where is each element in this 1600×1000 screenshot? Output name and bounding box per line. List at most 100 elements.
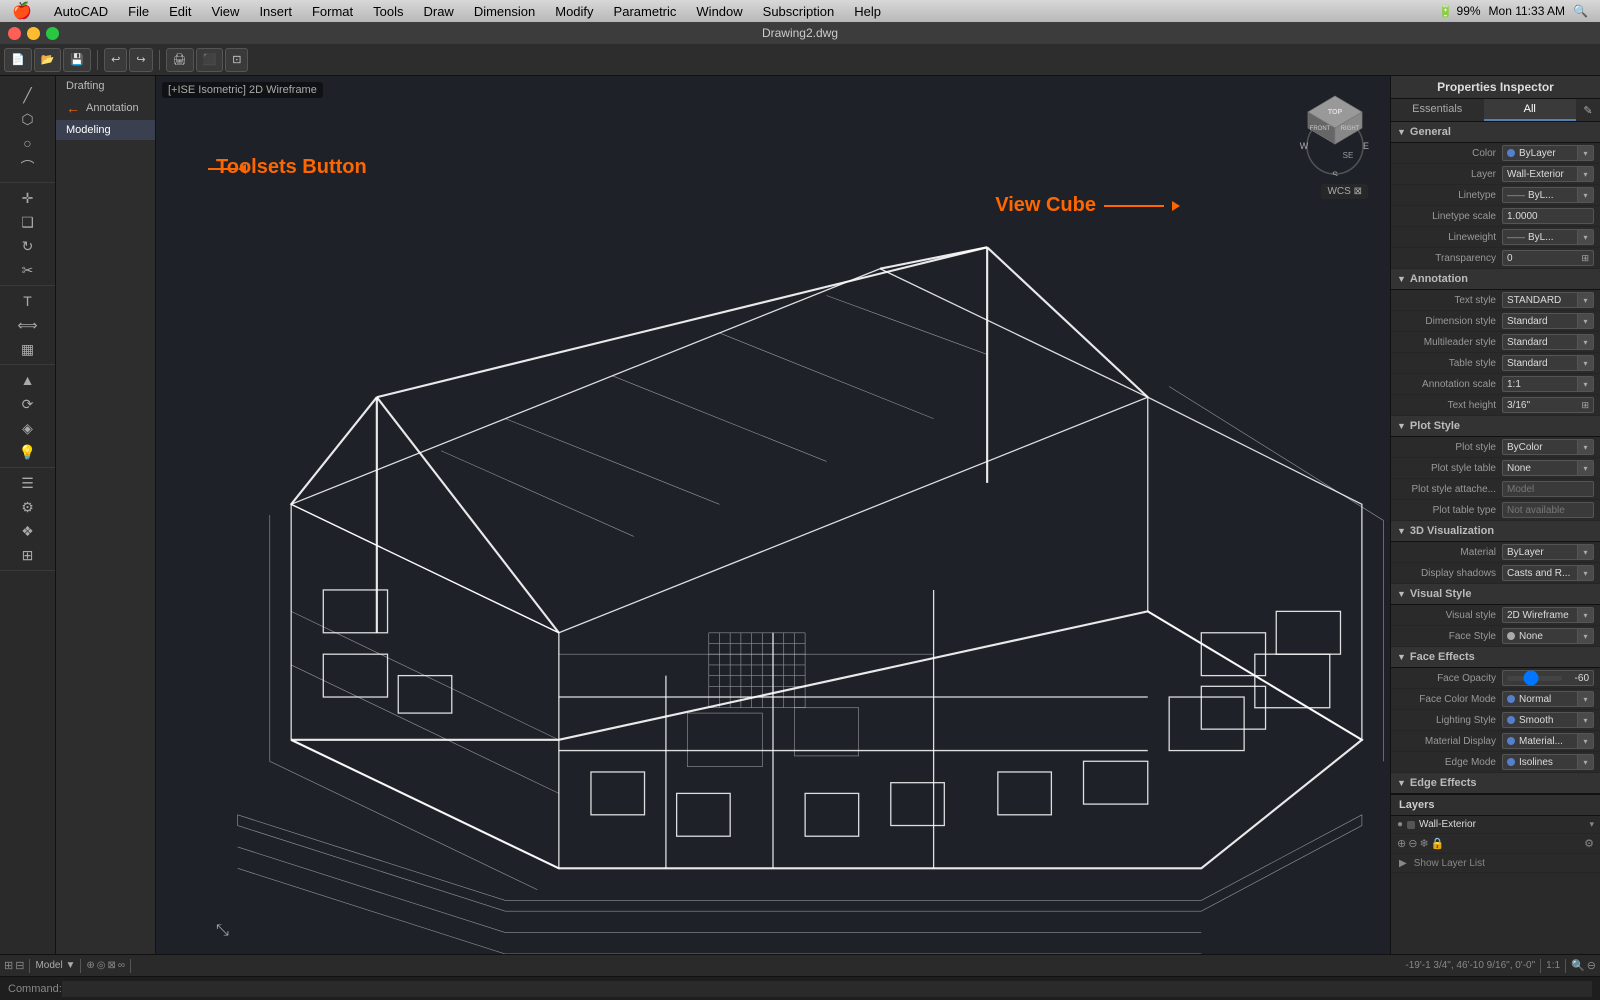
ortho-icon[interactable]: ⊕ xyxy=(86,960,94,971)
grid-icon[interactable]: ⊞ xyxy=(4,959,13,972)
facecolormode-dropdown[interactable]: ▾ xyxy=(1577,692,1593,706)
menu-format[interactable]: Format xyxy=(302,4,363,19)
maximize-button[interactable] xyxy=(46,27,59,40)
props-edit-icon[interactable]: ✎ xyxy=(1576,99,1600,121)
lineweight-dropdown[interactable]: ▾ xyxy=(1577,230,1593,244)
show-layer-list[interactable]: ▶ Show Layer List xyxy=(1391,854,1600,873)
lt-line[interactable]: ╱ xyxy=(4,83,52,107)
menu-file[interactable]: File xyxy=(118,4,159,19)
lt-rotate[interactable]: ↻ xyxy=(4,234,52,258)
materialdisplay-dropdown[interactable]: ▾ xyxy=(1577,734,1593,748)
menu-edit[interactable]: Edit xyxy=(159,4,201,19)
layer-vis-icon[interactable]: ● xyxy=(1397,819,1403,830)
lt-properties[interactable]: ⚙ xyxy=(4,495,52,519)
layer-dropdown[interactable]: ▾ xyxy=(1577,167,1593,181)
tablestyle-value[interactable]: Standard ▾ xyxy=(1502,355,1594,371)
layer-delete-icon[interactable]: ⊖ xyxy=(1408,837,1417,850)
textstyle-value[interactable]: STANDARD ▾ xyxy=(1502,292,1594,308)
layer-settings-icon[interactable]: ⚙ xyxy=(1584,837,1594,850)
layer-freeze-icon[interactable]: ❄ xyxy=(1419,837,1428,850)
transparency-value[interactable]: 0 ⊞ xyxy=(1502,250,1594,266)
otrack-icon[interactable]: ∞ xyxy=(118,960,125,971)
layer-dropdown-icon[interactable]: ▾ xyxy=(1589,819,1594,830)
apple-menu[interactable]: 🍎 xyxy=(0,1,44,21)
transparency-stepper[interactable]: ⊞ xyxy=(1581,253,1589,264)
toolbar-redo[interactable]: ↪ xyxy=(129,48,152,72)
lt-dimension[interactable]: ⟺ xyxy=(4,313,52,337)
lt-copy[interactable]: ❑ xyxy=(4,210,52,234)
dimstyle-dropdown[interactable]: ▾ xyxy=(1577,314,1593,328)
polar-icon[interactable]: ◎ xyxy=(97,960,106,971)
section-edgeeffects[interactable]: ▼ Edge Effects xyxy=(1391,773,1600,794)
model-label[interactable]: Model ▼ xyxy=(35,960,75,971)
command-input[interactable] xyxy=(62,981,1592,997)
view-cube[interactable]: N S E W TOP FRONT RIGHT SE xyxy=(1290,86,1380,176)
menu-tools[interactable]: Tools xyxy=(363,4,413,19)
tab-all[interactable]: All xyxy=(1484,99,1577,121)
textheight-stepper[interactable]: ⊞ xyxy=(1581,400,1589,411)
textheight-value[interactable]: 3/16" ⊞ xyxy=(1502,397,1594,413)
layer-value[interactable]: Wall-Exterior ▾ xyxy=(1502,166,1594,182)
menu-parametric[interactable]: Parametric xyxy=(604,4,687,19)
toolset-drafting[interactable]: Drafting xyxy=(56,76,155,96)
visualstyle-dropdown[interactable]: ▾ xyxy=(1577,608,1593,622)
section-faceeffects[interactable]: ▼ Face Effects xyxy=(1391,647,1600,668)
menu-window[interactable]: Window xyxy=(686,4,752,19)
menu-autocad[interactable]: AutoCAD xyxy=(44,4,118,19)
section-general[interactable]: ▼ General xyxy=(1391,122,1600,143)
menu-draw[interactable]: Draw xyxy=(413,4,463,19)
layer-row-wall-exterior[interactable]: ● Wall-Exterior ▾ xyxy=(1391,816,1600,834)
menu-modify[interactable]: Modify xyxy=(545,4,603,19)
menu-help[interactable]: Help xyxy=(844,4,891,19)
plotstyle-value[interactable]: ByColor ▾ xyxy=(1502,439,1594,455)
section-3dvis[interactable]: ▼ 3D Visualization xyxy=(1391,521,1600,542)
linetype-dropdown[interactable]: ▾ xyxy=(1577,188,1593,202)
edgemode-dropdown[interactable]: ▾ xyxy=(1577,755,1593,769)
plotstyletable-dropdown[interactable]: ▾ xyxy=(1577,461,1593,475)
annscale-value[interactable]: 1:1 ▾ xyxy=(1502,376,1594,392)
toolset-modeling[interactable]: Modeling xyxy=(56,120,155,140)
snap-icon[interactable]: ⊟ xyxy=(15,959,24,972)
toolbar-new[interactable]: 📄 xyxy=(4,48,32,72)
lightingstyle-dropdown[interactable]: ▾ xyxy=(1577,713,1593,727)
section-annotation[interactable]: ▼ Annotation xyxy=(1391,269,1600,290)
toolset-annotation[interactable]: ← Annotation xyxy=(56,96,155,120)
facestyle-value[interactable]: None ▾ xyxy=(1502,628,1594,644)
ltscale-value[interactable]: 1.0000 xyxy=(1502,208,1594,224)
color-value[interactable]: ByLayer ▾ xyxy=(1502,145,1594,161)
toolbar-open[interactable]: 📂 xyxy=(34,48,62,72)
osnap-icon[interactable]: ⊠ xyxy=(107,960,115,971)
lt-visual-styles[interactable]: ◈ xyxy=(4,416,52,440)
material-dropdown[interactable]: ▾ xyxy=(1577,545,1593,559)
displayshadows-value[interactable]: Casts and R... ▾ xyxy=(1502,565,1594,581)
edgemode-value[interactable]: Isolines ▾ xyxy=(1502,754,1594,770)
menu-subscription[interactable]: Subscription xyxy=(753,4,845,19)
toolbar-zoom-extents[interactable]: ⊡ xyxy=(225,48,248,72)
plotstyletable-value[interactable]: None ▾ xyxy=(1502,460,1594,476)
dimstyle-value[interactable]: Standard ▾ xyxy=(1502,313,1594,329)
section-plotstyle[interactable]: ▼ Plot Style xyxy=(1391,416,1600,437)
faceopacity-value[interactable]: -60 xyxy=(1502,670,1594,686)
lt-tool-palettes[interactable]: ⊞ xyxy=(4,543,52,567)
close-button[interactable] xyxy=(8,27,21,40)
lt-circle[interactable]: ○ xyxy=(4,131,52,155)
toolbar-view3d[interactable]: ⬛ xyxy=(196,48,224,72)
layer-lock-icon[interactable]: 🔒 xyxy=(1431,837,1445,850)
lt-lights[interactable]: 💡 xyxy=(4,440,52,464)
lt-layer[interactable]: ☰ xyxy=(4,471,52,495)
lt-3d-orbit[interactable]: ⟳ xyxy=(4,392,52,416)
lt-trim[interactable]: ✂ xyxy=(4,258,52,282)
materialdisplay-value[interactable]: Material... ▾ xyxy=(1502,733,1594,749)
tab-essentials[interactable]: Essentials xyxy=(1391,99,1484,121)
visualstyle-value[interactable]: 2D Wireframe ▾ xyxy=(1502,607,1594,623)
zoom-in-icon[interactable]: 🔍 xyxy=(1571,959,1585,972)
menu-dimension[interactable]: Dimension xyxy=(464,4,545,19)
mleaderstyle-value[interactable]: Standard ▾ xyxy=(1502,334,1594,350)
linetype-value[interactable]: —— ByL... ▾ xyxy=(1502,187,1594,203)
lt-polyline[interactable]: ⬡ xyxy=(4,107,52,131)
plotstyle-dropdown[interactable]: ▾ xyxy=(1577,440,1593,454)
lt-move[interactable]: ✛ xyxy=(4,186,52,210)
menu-insert[interactable]: Insert xyxy=(249,4,302,19)
facestyle-dropdown[interactable]: ▾ xyxy=(1577,629,1593,643)
lt-arc[interactable]: ⌒ xyxy=(4,155,52,179)
